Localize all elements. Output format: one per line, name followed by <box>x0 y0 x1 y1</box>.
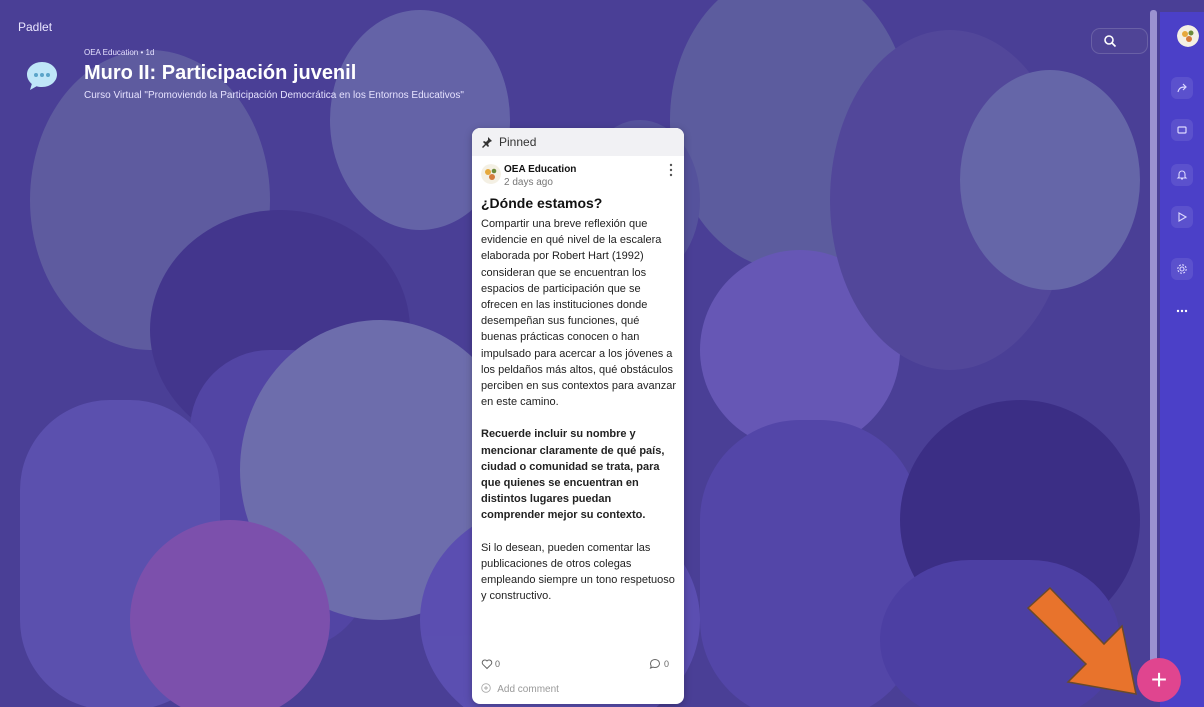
search-icon <box>1104 35 1117 48</box>
post-body-paragraph: Si lo desean, pueden comentar las public… <box>481 541 675 603</box>
more-button[interactable] <box>1171 300 1193 322</box>
more-icon <box>1176 309 1188 313</box>
user-avatar[interactable] <box>1177 25 1199 47</box>
add-post-button[interactable]: + <box>1137 658 1181 702</box>
like-count: 0 <box>495 659 501 669</box>
gear-icon <box>1177 264 1187 274</box>
author-avatar <box>481 164 501 184</box>
author-name: OEA Education <box>504 164 577 175</box>
padlet-logo[interactable]: Padlet <box>18 20 52 34</box>
add-comment-field[interactable]: Add comment <box>481 683 559 695</box>
add-comment-label: Add comment <box>497 684 559 695</box>
notifications-button[interactable] <box>1171 164 1193 186</box>
play-icon <box>1178 212 1188 222</box>
remake-button[interactable] <box>1171 119 1193 141</box>
annotation-arrow-icon <box>1026 586 1137 695</box>
post-body-paragraph: Recuerde incluir su nombre y mencionar c… <box>481 428 665 522</box>
page-title: Muro II: Participación juvenil <box>84 62 357 84</box>
post-actions: 0 0 <box>481 658 675 674</box>
share-button[interactable] <box>1171 77 1193 99</box>
comment-icon[interactable] <box>649 658 661 670</box>
pin-icon <box>482 137 492 148</box>
kebab-menu-icon[interactable] <box>669 163 673 177</box>
post-time: 2 days ago <box>504 177 553 188</box>
post-body-paragraph: Compartir una breve reflexión que eviden… <box>481 218 677 409</box>
post-title: ¿Dónde estamos? <box>481 195 603 211</box>
wall-meta: OEA Education • 1d <box>84 48 155 57</box>
bell-icon <box>1176 170 1188 180</box>
remake-icon <box>1177 126 1187 134</box>
scrollbar[interactable] <box>1150 10 1157 700</box>
slideshow-button[interactable] <box>1171 206 1193 228</box>
search-button[interactable] <box>1091 28 1148 54</box>
post-body: Compartir una breve reflexión que eviden… <box>481 216 677 620</box>
plus-circle-icon <box>481 683 491 693</box>
comment-count: 0 <box>664 659 670 669</box>
pinned-header: Pinned <box>472 128 684 156</box>
pinned-post-card[interactable]: Pinned OEA Education 2 days ago ¿Dónde e… <box>472 128 684 704</box>
speech-bubble-icon <box>27 62 57 90</box>
page-subtitle: Curso Virtual "Promoviendo la Participac… <box>84 90 464 101</box>
settings-button[interactable] <box>1171 258 1193 280</box>
right-sidebar <box>1160 12 1204 707</box>
heart-icon[interactable] <box>481 658 493 670</box>
share-icon <box>1177 83 1187 93</box>
pinned-label: Pinned <box>499 135 537 149</box>
